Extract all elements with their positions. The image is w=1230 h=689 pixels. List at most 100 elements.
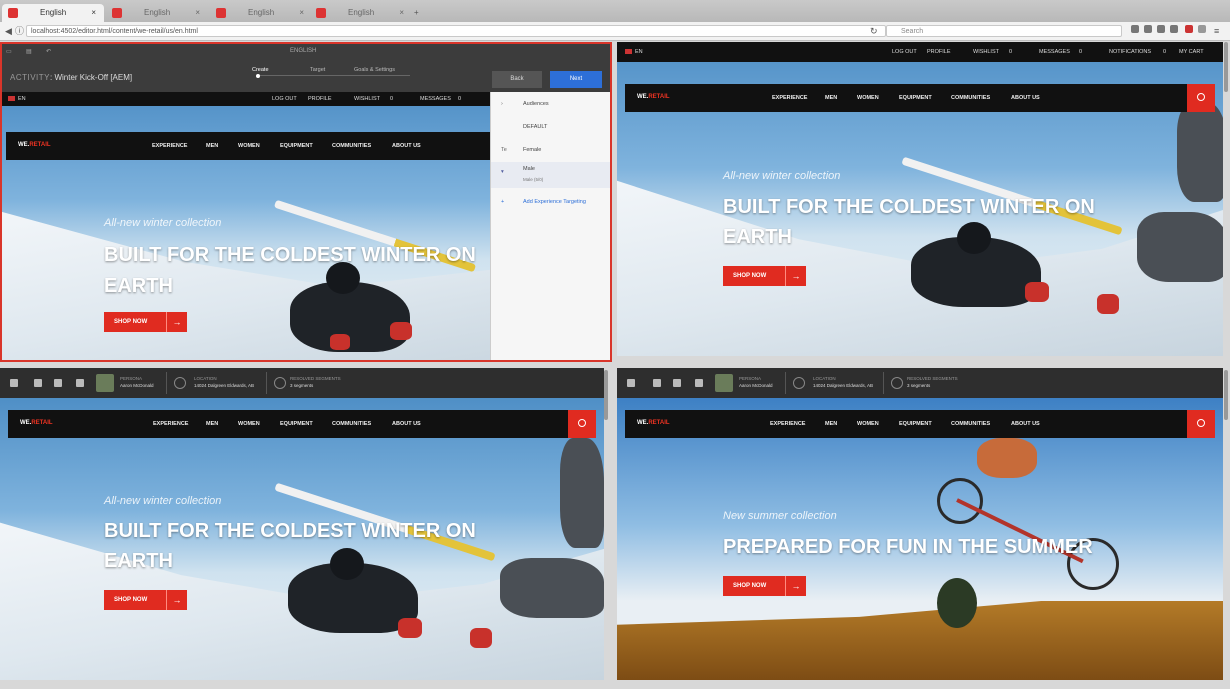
nav-equipment[interactable]: EQUIPMENT <box>899 95 932 101</box>
site-preview-winter: EN LOG OUT PROFILE WISHLIST 0 MESSAGES 0… <box>617 42 1223 356</box>
menu-icon[interactable]: ≡ <box>1214 25 1219 37</box>
nav-experience[interactable]: EXPERIENCE <box>153 421 188 427</box>
language-link[interactable]: EN <box>635 42 643 62</box>
extension-icon[interactable] <box>1198 25 1206 33</box>
home-icon[interactable] <box>10 379 18 387</box>
profile-link[interactable]: PROFILE <box>308 92 332 106</box>
nav-women[interactable]: WOMEN <box>238 421 260 427</box>
nav-about-us[interactable]: ABOUT US <box>392 143 421 149</box>
nav-experience[interactable]: EXPERIENCE <box>772 95 807 101</box>
search-icon[interactable] <box>1187 410 1215 438</box>
language-link[interactable]: EN <box>18 92 26 106</box>
nav-men[interactable]: MEN <box>206 421 218 427</box>
search-icon[interactable] <box>1187 84 1215 112</box>
messages-link[interactable]: MESSAGES <box>420 92 451 106</box>
nav-equipment[interactable]: EQUIPMENT <box>280 143 313 149</box>
back-button[interactable]: Back <box>492 71 542 88</box>
reload-icon[interactable]: ↻ <box>870 25 878 37</box>
search-icon[interactable] <box>568 410 596 438</box>
nav-equipment[interactable]: EQUIPMENT <box>899 421 932 427</box>
shop-now-button[interactable]: SHOP NOW → <box>723 576 806 596</box>
nav-equipment[interactable]: EQUIPMENT <box>280 421 313 427</box>
wishlist-link[interactable]: WISHLIST <box>973 42 999 62</box>
nav-communities[interactable]: COMMUNITIES <box>332 421 371 427</box>
close-icon[interactable]: × <box>91 4 96 22</box>
cart-icon[interactable] <box>695 379 703 387</box>
browser-tab[interactable]: English × <box>310 4 412 22</box>
notifications-link[interactable]: NOTIFICATIONS <box>1109 42 1151 62</box>
add-experience-targeting[interactable]: + Add Experience Targeting <box>491 192 611 212</box>
undo-icon[interactable]: ↶ <box>46 48 51 55</box>
scrollbar[interactable] <box>1224 42 1228 92</box>
nav-women[interactable]: WOMEN <box>238 143 260 149</box>
site-logo[interactable]: WE.RETAIL <box>18 142 51 148</box>
avatar[interactable] <box>715 374 733 392</box>
wishlist-link[interactable]: WISHLIST <box>354 92 380 106</box>
editor-toolbar: ▭ ▤ ↶ ENGLISH ACTIVITY: Winter Kick-Off … <box>0 42 612 92</box>
search-input[interactable]: Search <box>886 25 1122 37</box>
location-label: LOCATION <box>194 376 217 381</box>
site-logo[interactable]: WE.RETAIL <box>637 94 670 100</box>
new-tab-button[interactable]: + <box>414 4 428 22</box>
audiences-item[interactable]: › Audiences <box>491 94 611 114</box>
audience-default[interactable]: DEFAULT <box>491 117 611 137</box>
shop-now-button[interactable]: SHOP NOW → <box>104 312 187 332</box>
close-icon[interactable]: × <box>399 4 404 22</box>
bookmarks-icon[interactable] <box>1144 25 1152 33</box>
site-logo[interactable]: WE.RETAIL <box>637 420 670 426</box>
device-icon[interactable] <box>54 379 62 387</box>
nav-experience[interactable]: EXPERIENCE <box>770 421 805 427</box>
back-arrow-icon[interactable]: ◀ <box>5 25 12 37</box>
browser-tab[interactable]: English × <box>2 4 104 22</box>
nav-men[interactable]: MEN <box>206 143 218 149</box>
logout-link[interactable]: LOG OUT <box>272 92 297 106</box>
nav-about-us[interactable]: ABOUT US <box>392 421 421 427</box>
audience-female[interactable]: Te Female <box>491 140 611 160</box>
next-button[interactable]: Next <box>550 71 602 88</box>
user-icon[interactable] <box>34 379 42 387</box>
close-icon[interactable]: × <box>195 4 200 22</box>
home-icon[interactable] <box>1170 25 1178 33</box>
logout-link[interactable]: LOG OUT <box>892 42 917 62</box>
profile-link[interactable]: PROFILE <box>927 42 951 62</box>
cart-icon[interactable] <box>76 379 84 387</box>
nav-communities[interactable]: COMMUNITIES <box>332 143 371 149</box>
rock-image <box>1177 102 1223 202</box>
site-logo[interactable]: WE.RETAIL <box>20 420 53 426</box>
panel-toggle-icon[interactable]: ▭ <box>6 48 12 55</box>
messages-link[interactable]: MESSAGES <box>1039 42 1070 62</box>
nav-about-us[interactable]: ABOUT US <box>1011 421 1040 427</box>
nav-communities[interactable]: COMMUNITIES <box>951 95 990 101</box>
scrollbar[interactable] <box>604 370 608 420</box>
nav-women[interactable]: WOMEN <box>857 421 879 427</box>
nav-about-us[interactable]: ABOUT US <box>1011 95 1040 101</box>
cart-link[interactable]: MY CART <box>1179 42 1204 62</box>
browser-tab[interactable]: English × <box>210 4 312 22</box>
nav-communities[interactable]: COMMUNITIES <box>951 421 990 427</box>
scrollbar[interactable] <box>1224 370 1228 420</box>
nav-women[interactable]: WOMEN <box>857 95 879 101</box>
user-icon[interactable] <box>653 379 661 387</box>
step-goals-settings[interactable]: Goals & Settings <box>354 67 395 73</box>
browser-tab[interactable]: English × <box>106 4 208 22</box>
step-create[interactable]: Create <box>252 67 269 73</box>
segments-label: RESOLVED SEGMENTS <box>290 376 341 381</box>
step-target[interactable]: Target <box>310 67 325 73</box>
nav-experience[interactable]: EXPERIENCE <box>152 143 187 149</box>
persona-label: PERSONA <box>120 376 143 381</box>
shop-now-button[interactable]: SHOP NOW → <box>104 590 187 610</box>
bookmark-star-icon[interactable] <box>1131 25 1139 33</box>
extension-icon[interactable] <box>1185 25 1193 33</box>
device-icon[interactable] <box>673 379 681 387</box>
settings-icon[interactable]: ▤ <box>26 48 32 55</box>
arrow-right-icon: → <box>785 576 806 596</box>
audience-male[interactable]: ▾ Male Male (5/0) <box>491 162 612 188</box>
download-icon[interactable] <box>1157 25 1165 33</box>
shop-now-button[interactable]: SHOP NOW → <box>723 266 806 286</box>
avatar[interactable] <box>96 374 114 392</box>
nav-men[interactable]: MEN <box>825 95 837 101</box>
home-icon[interactable] <box>627 379 635 387</box>
close-icon[interactable]: × <box>299 4 304 22</box>
url-field[interactable]: localhost:4502/editor.html/content/we-re… <box>26 25 886 37</box>
nav-men[interactable]: MEN <box>825 421 837 427</box>
